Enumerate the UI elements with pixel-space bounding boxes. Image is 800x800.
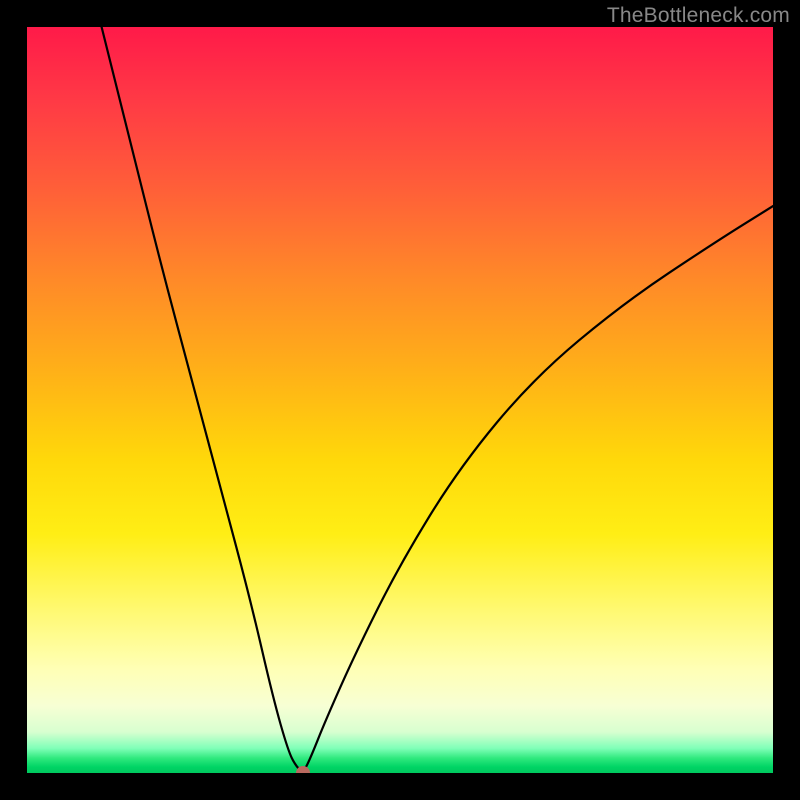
chart-frame: TheBottleneck.com [0,0,800,800]
plot-area [27,27,773,773]
curve-layer [27,27,773,773]
bottleneck-curve [102,27,773,771]
watermark-text: TheBottleneck.com [607,4,790,28]
